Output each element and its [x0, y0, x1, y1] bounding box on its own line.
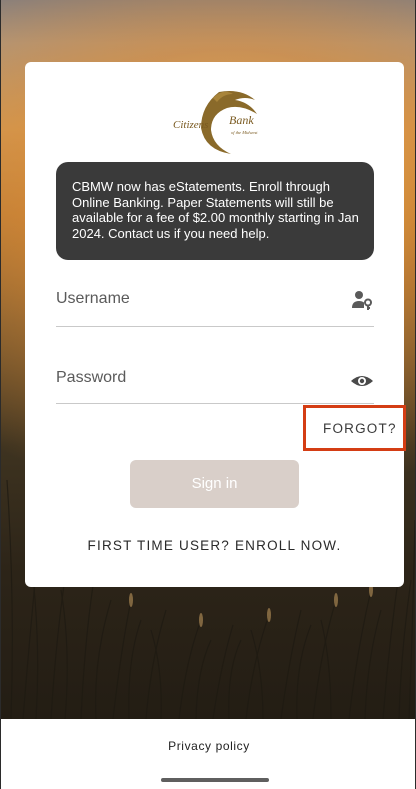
- sign-in-button[interactable]: Sign in: [130, 460, 299, 508]
- forgot-link[interactable]: FORGOT?: [323, 421, 397, 436]
- bank-logo: Citizens Bank of the Midwest: [173, 91, 258, 154]
- logo-text-tagline: of the Midwest: [231, 130, 258, 135]
- notice-text: CBMW now has eStatements. Enroll through…: [72, 179, 359, 241]
- enroll-now-link[interactable]: FIRST TIME USER? ENROLL NOW.: [25, 538, 404, 553]
- login-screen: Citizens Bank of the Midwest CBMW now ha…: [0, 0, 416, 789]
- estatement-notice: CBMW now has eStatements. Enroll through…: [56, 162, 374, 260]
- user-key-icon[interactable]: [350, 288, 374, 312]
- privacy-policy-link[interactable]: Privacy policy: [1, 739, 415, 753]
- home-indicator[interactable]: [161, 778, 269, 782]
- logo-text-bank: Bank: [229, 113, 254, 127]
- username-field[interactable]: [56, 284, 374, 327]
- logo-text-citizens: Citizens: [173, 119, 208, 131]
- forgot-highlight: FORGOT?: [303, 405, 406, 451]
- password-input[interactable]: [56, 363, 316, 393]
- eye-icon[interactable]: [350, 369, 374, 393]
- password-field[interactable]: [56, 363, 374, 404]
- username-input[interactable]: [56, 284, 316, 314]
- login-card: Citizens Bank of the Midwest CBMW now ha…: [25, 62, 406, 587]
- footer: Privacy policy: [1, 719, 415, 789]
